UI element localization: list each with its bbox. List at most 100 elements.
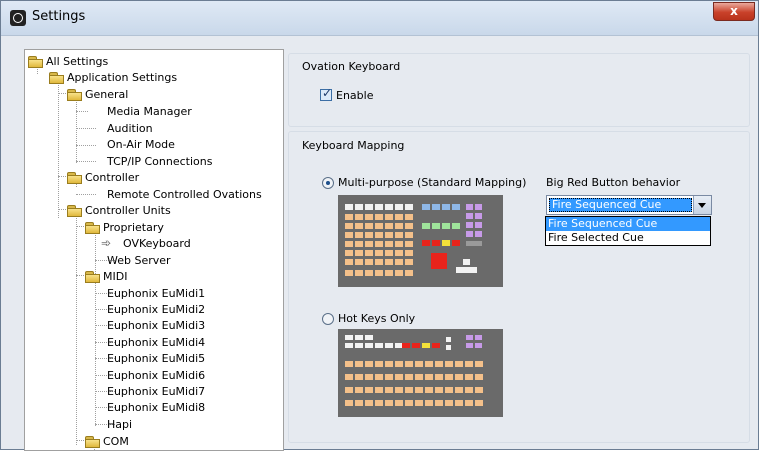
folder-open-icon <box>85 436 101 448</box>
keyboard-key <box>405 361 413 367</box>
keyboard-key <box>415 387 423 393</box>
keyboard-key <box>395 214 403 220</box>
keyboard-key <box>465 374 473 380</box>
keyboard-key <box>365 259 373 265</box>
keyboard-key <box>415 400 423 406</box>
keyboard-key <box>422 223 430 229</box>
keyboard-key <box>385 214 393 220</box>
tree-item-label: Euphonix EuMidi2 <box>107 303 206 316</box>
keyboard-key <box>465 400 473 406</box>
keyboard-key <box>435 374 443 380</box>
hot-keys-only-label[interactable]: Hot Keys Only <box>338 312 415 325</box>
keyboard-key <box>455 374 463 380</box>
keyboard-key <box>422 343 430 348</box>
keyboard-key <box>345 204 353 210</box>
keyboard-key <box>345 343 353 348</box>
keyboard-key <box>355 259 363 265</box>
keyboard-key <box>345 270 353 276</box>
keyboard-key <box>365 387 373 393</box>
keyboard-key <box>375 343 383 348</box>
keyboard-key <box>452 240 460 246</box>
keyboard-key <box>446 345 451 350</box>
keyboard-key <box>445 400 453 406</box>
dropdown-option-fire-sequenced-cue[interactable]: Fire Sequenced Cue <box>546 217 710 231</box>
keyboard-key <box>395 374 403 380</box>
keyboard-key <box>425 374 433 380</box>
tree-item-label: Euphonix EuMidi5 <box>107 352 206 365</box>
enable-label[interactable]: Enable <box>336 89 373 102</box>
keyboard-key <box>385 270 393 276</box>
keyboard-key <box>456 267 463 273</box>
settings-tree[interactable]: All Settings Application Settings General M… <box>24 49 284 451</box>
keyboard-key <box>365 232 373 238</box>
keyboard-key <box>445 387 453 393</box>
tree-connector-line <box>76 99 77 163</box>
keyboard-key <box>452 204 460 210</box>
keyboard-key <box>422 240 430 246</box>
folder-open-icon <box>67 172 83 184</box>
tree-item-label: Proprietary <box>103 221 164 234</box>
keyboard-key <box>432 343 440 348</box>
keyboard-key <box>395 259 403 265</box>
keyboard-key <box>435 361 443 367</box>
chevron-down-icon <box>698 203 706 208</box>
keyboard-key <box>446 337 451 342</box>
keyboard-key <box>402 343 410 348</box>
tree-item-label: Web Server <box>107 254 171 267</box>
keyboard-key <box>355 374 363 380</box>
big-red-button-select[interactable]: Fire Sequenced Cue <box>546 195 712 215</box>
keyboard-key <box>445 361 453 367</box>
tree-item-label: OVKeyboard <box>123 237 191 250</box>
ovation-keyboard-label: Ovation Keyboard <box>302 60 401 73</box>
keyboard-key <box>463 267 470 273</box>
keyboard-key <box>422 204 430 210</box>
keyboard-key <box>405 400 413 406</box>
keyboard-key <box>405 223 413 229</box>
tree-connector-line <box>58 82 59 218</box>
keyboard-key <box>365 374 373 380</box>
keyboard-key <box>452 223 460 229</box>
keyboard-key <box>405 241 413 247</box>
keyboard-key <box>365 241 373 247</box>
tree-connector-line <box>95 281 96 426</box>
folder-open-icon <box>67 205 83 217</box>
keyboard-key <box>431 253 447 269</box>
enable-checkbox[interactable]: ✓ <box>320 86 332 101</box>
dropdown-arrow-button[interactable] <box>693 196 711 214</box>
keyboard-key <box>455 387 463 393</box>
tree-connector-line <box>76 194 96 195</box>
keyboard-key <box>375 241 383 247</box>
keyboard-mapping-label: Keyboard Mapping <box>302 139 405 152</box>
standard-mapping-keyboard-image <box>338 195 503 287</box>
keyboard-key <box>466 204 473 210</box>
keyboard-key <box>375 270 383 276</box>
big-red-button-dropdown-list[interactable]: Fire Sequenced Cue Fire Selected Cue <box>545 216 711 246</box>
tree-item-label: MIDI <box>103 270 128 283</box>
folder-open-icon <box>49 72 65 84</box>
keyboard-key <box>466 213 473 219</box>
title-bar[interactable]: Settings x <box>1 1 758 36</box>
keyboard-key <box>355 387 363 393</box>
keyboard-key <box>345 387 353 393</box>
keyboard-key <box>385 374 393 380</box>
keyboard-key <box>355 241 363 247</box>
keyboard-key <box>355 335 363 340</box>
keyboard-key <box>463 259 470 265</box>
multi-purpose-label[interactable]: Multi-purpose (Standard Mapping) <box>338 176 526 189</box>
folder-open-icon <box>85 222 101 234</box>
keyboard-key <box>466 335 473 340</box>
keyboard-key <box>365 204 373 210</box>
keyboard-key <box>405 374 413 380</box>
hot-keys-only-radio[interactable] <box>322 313 334 325</box>
dropdown-option-fire-selected-cue[interactable]: Fire Selected Cue <box>546 231 710 245</box>
keyboard-key <box>415 361 423 367</box>
keyboard-key <box>415 374 423 380</box>
close-button[interactable]: x <box>713 2 755 21</box>
keyboard-key <box>470 267 477 273</box>
tree-connector-line <box>76 111 88 112</box>
keyboard-key <box>475 213 482 219</box>
tree-item-label: Euphonix EuMidi7 <box>107 385 206 398</box>
keyboard-key <box>355 270 363 276</box>
multi-purpose-radio[interactable] <box>322 177 334 189</box>
arrow-right-icon: ➾ <box>101 236 112 250</box>
